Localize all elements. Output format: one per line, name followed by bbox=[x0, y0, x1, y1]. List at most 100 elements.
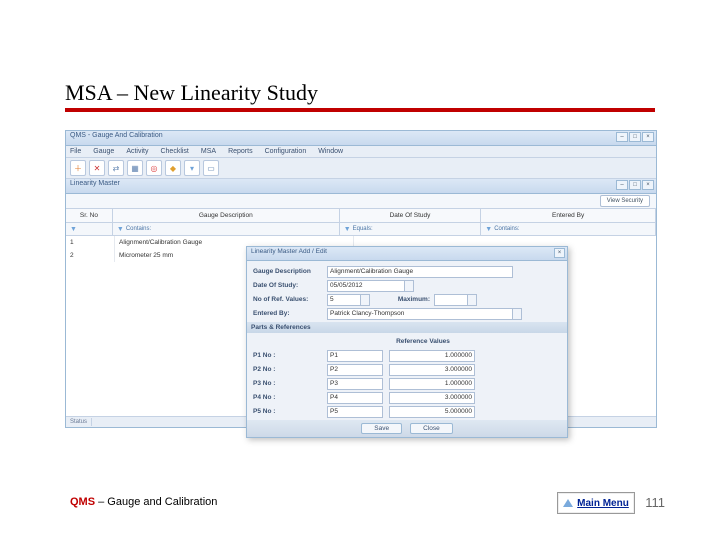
menu-checklist[interactable]: Checklist bbox=[160, 148, 188, 155]
label-date-of-study: Date Of Study: bbox=[253, 282, 327, 289]
p1-ref-input[interactable]: 1.000000 bbox=[389, 350, 475, 362]
application-window: QMS - Gauge And Calibration – □ × File G… bbox=[65, 130, 657, 428]
entered-by-dropdown[interactable]: Patrick Clancy-Thompson bbox=[327, 308, 513, 320]
main-menu-button[interactable]: Main Menu bbox=[557, 492, 635, 514]
close-button[interactable]: Close bbox=[410, 423, 453, 434]
shield-icon[interactable]: ◆ bbox=[165, 160, 181, 176]
view-security-button[interactable]: View Security bbox=[600, 195, 650, 207]
target-icon[interactable]: ◎ bbox=[146, 160, 162, 176]
child-minimize-button[interactable]: – bbox=[616, 180, 628, 190]
column-header-description[interactable]: Gauge Description bbox=[113, 209, 340, 223]
cell-srno: 2 bbox=[66, 249, 115, 262]
menu-gauge[interactable]: Gauge bbox=[93, 148, 114, 155]
menu-reports[interactable]: Reports bbox=[228, 148, 253, 155]
footer-product: QMS bbox=[70, 496, 95, 508]
dialog-titlebar: Linearity Master Add / Edit × bbox=[247, 247, 567, 261]
cell-srno: 1 bbox=[66, 236, 115, 249]
funnel-icon: ▼ bbox=[344, 226, 351, 233]
status-text: Status bbox=[66, 418, 92, 426]
maximum-input[interactable] bbox=[434, 294, 468, 306]
p1-name-input[interactable]: P1 bbox=[327, 350, 383, 362]
p4-name-input[interactable]: P4 bbox=[327, 392, 383, 404]
menubar: File Gauge Activity Checklist MSA Report… bbox=[66, 146, 656, 158]
column-header-enteredby[interactable]: Entered By bbox=[481, 209, 656, 223]
filter-date[interactable]: ▼Equals: bbox=[340, 223, 482, 235]
dialog-title: Linearity Master Add / Edit bbox=[251, 248, 327, 255]
arrows-icon[interactable]: ⇄ bbox=[108, 160, 124, 176]
filter-equals-label: Equals: bbox=[353, 226, 373, 232]
date-of-study-input[interactable]: 05/05/2012 bbox=[327, 280, 405, 292]
maximum-spinner[interactable] bbox=[468, 294, 477, 306]
window-controls: – □ × bbox=[616, 132, 654, 142]
grid-filter-row: ▼ ▼Contains: ▼Equals: ▼Contains: bbox=[66, 223, 656, 236]
child-window-controls: – □ × bbox=[616, 180, 654, 190]
child-toolbar: View Security bbox=[66, 194, 656, 209]
dialog-button-bar: Save Close bbox=[247, 420, 567, 437]
p3-ref-input[interactable]: 1.000000 bbox=[389, 378, 475, 390]
main-menu-label: Main Menu bbox=[577, 498, 629, 509]
x-icon[interactable]: ✕ bbox=[89, 160, 105, 176]
p4-ref-input[interactable]: 3.000000 bbox=[389, 392, 475, 404]
p5-ref-input[interactable]: 5.000000 bbox=[389, 406, 475, 418]
dialog-body: Gauge Description Alignment/Calibration … bbox=[247, 261, 567, 437]
filter-contains-label: Contains: bbox=[126, 226, 151, 232]
label-p3: P3 No : bbox=[253, 380, 327, 387]
menu-activity[interactable]: Activity bbox=[126, 148, 148, 155]
close-icon[interactable]: × bbox=[554, 248, 565, 258]
menu-configuration[interactable]: Configuration bbox=[265, 148, 307, 155]
home-icon bbox=[563, 499, 573, 507]
footer-module: – Gauge and Calibration bbox=[95, 496, 217, 508]
toolbar: ＋ ✕ ⇄ ▦ ◎ ◆ ▾ ▭ bbox=[66, 158, 656, 179]
label-p1: P1 No : bbox=[253, 352, 327, 359]
p2-name-input[interactable]: P2 bbox=[327, 364, 383, 376]
label-entered-by: Entered By: bbox=[253, 310, 327, 317]
funnel-icon: ▼ bbox=[485, 226, 492, 233]
child-maximize-button[interactable]: □ bbox=[629, 180, 641, 190]
maximize-button[interactable]: □ bbox=[629, 132, 641, 142]
child-window-titlebar: Linearity Master – □ × bbox=[66, 179, 656, 194]
calendar-icon[interactable]: ▭ bbox=[203, 160, 219, 176]
child-close-button[interactable]: × bbox=[642, 180, 654, 190]
filter-srno[interactable]: ▼ bbox=[66, 223, 113, 235]
minimize-button[interactable]: – bbox=[616, 132, 628, 142]
grid-header-row: Sr. No Gauge Description Date Of Study E… bbox=[66, 209, 656, 223]
child-window-title: Linearity Master bbox=[70, 180, 120, 187]
column-header-date[interactable]: Date Of Study bbox=[340, 209, 482, 223]
funnel-icon: ▼ bbox=[117, 226, 124, 233]
gauge-description-input[interactable]: Alignment/Calibration Gauge bbox=[327, 266, 513, 278]
grid-body: 1 Alignment/Calibration Gauge 2 Micromet… bbox=[66, 236, 656, 416]
p5-name-input[interactable]: P5 bbox=[327, 406, 383, 418]
close-button[interactable]: × bbox=[642, 132, 654, 142]
slide-title: MSA – New Linearity Study bbox=[65, 80, 318, 106]
noof-ref-input[interactable]: 5 bbox=[327, 294, 361, 306]
save-button[interactable]: Save bbox=[361, 423, 402, 434]
label-p2: P2 No : bbox=[253, 366, 327, 373]
filter-enteredby[interactable]: ▼Contains: bbox=[481, 223, 656, 235]
title-divider bbox=[65, 108, 655, 112]
label-maximum: Maximum: bbox=[370, 296, 434, 303]
label-gauge-description: Gauge Description bbox=[253, 268, 327, 275]
label-p5: P5 No : bbox=[253, 408, 327, 415]
grid-icon[interactable]: ▦ bbox=[127, 160, 143, 176]
chevron-down-icon[interactable] bbox=[513, 308, 522, 320]
funnel-icon: ▼ bbox=[70, 226, 77, 233]
slide-footer: QMS – Gauge and Calibration bbox=[70, 496, 217, 508]
menu-msa[interactable]: MSA bbox=[201, 148, 216, 155]
label-p4: P4 No : bbox=[253, 394, 327, 401]
reference-values-header: Reference Values bbox=[383, 338, 463, 345]
page-number: 111 bbox=[645, 495, 665, 510]
menu-window[interactable]: Window bbox=[318, 148, 343, 155]
date-picker-button[interactable] bbox=[405, 280, 414, 292]
p2-ref-input[interactable]: 3.000000 bbox=[389, 364, 475, 376]
filter-description[interactable]: ▼Contains: bbox=[113, 223, 340, 235]
linearity-master-dialog: Linearity Master Add / Edit × Gauge Desc… bbox=[246, 246, 568, 438]
funnel-icon[interactable]: ▾ bbox=[184, 160, 200, 176]
plus-icon[interactable]: ＋ bbox=[70, 160, 86, 176]
column-header-srno[interactable]: Sr. No bbox=[66, 209, 113, 223]
menu-file[interactable]: File bbox=[70, 148, 81, 155]
label-noof-ref: No of Ref. Values: bbox=[253, 296, 327, 303]
p3-name-input[interactable]: P3 bbox=[327, 378, 383, 390]
noof-ref-spinner[interactable] bbox=[361, 294, 370, 306]
app-titlebar: QMS - Gauge And Calibration – □ × bbox=[66, 131, 656, 146]
app-title-text: QMS - Gauge And Calibration bbox=[70, 132, 163, 139]
